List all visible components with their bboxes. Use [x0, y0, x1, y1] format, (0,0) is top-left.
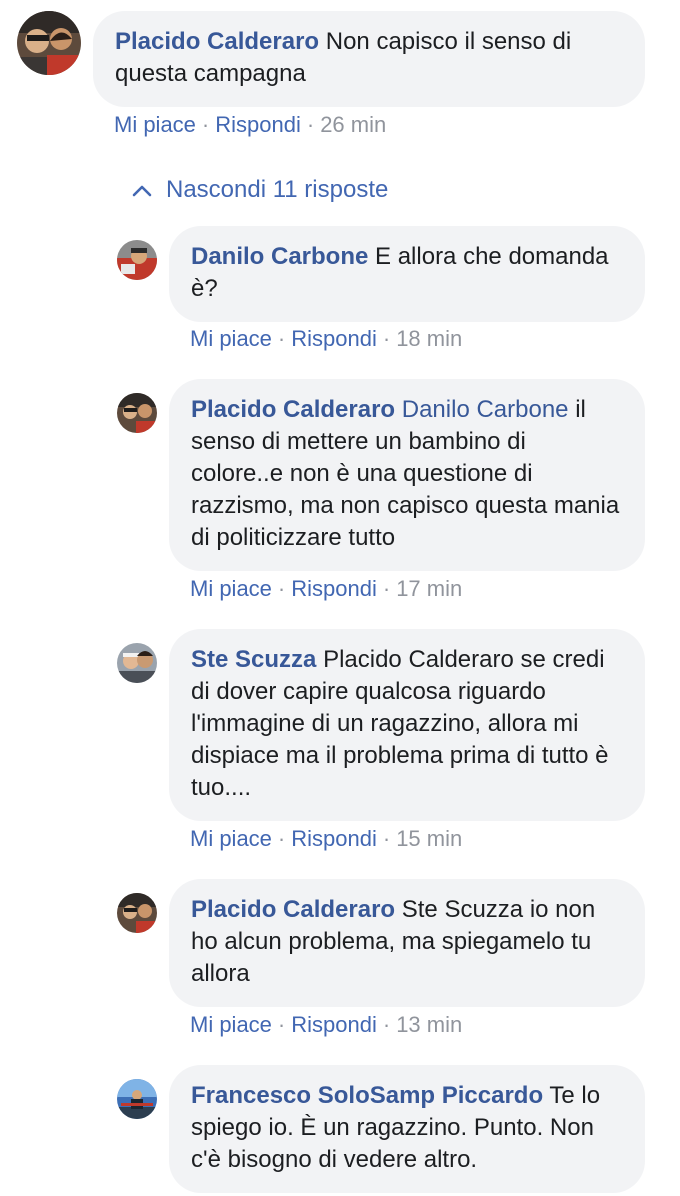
- avatar-photo-danilo: [117, 240, 157, 280]
- comment-author[interactable]: Danilo Carbone: [191, 243, 368, 270]
- avatar-photo-placido: [117, 393, 157, 433]
- avatar-photo-francesco: [117, 1079, 157, 1119]
- comment-actions: Mi piace · Rispondi · 15 min: [190, 826, 463, 851]
- like-button[interactable]: Mi piace: [190, 576, 272, 601]
- comment-timestamp[interactable]: 26 min: [320, 112, 386, 137]
- comment-bubble: Placido Calderaro Danilo Carbone il sens…: [169, 379, 645, 571]
- reply-button[interactable]: Rispondi: [291, 326, 377, 351]
- avatar-photo-placido: [117, 893, 157, 933]
- comment-actions: Mi piace · Rispondi · 26 min: [114, 112, 387, 137]
- avatar[interactable]: [117, 643, 157, 683]
- comment-author[interactable]: Placido Calderaro: [115, 28, 319, 55]
- comment-bubble: Danilo Carbone E allora che domanda è?: [169, 226, 645, 322]
- comment-actions: Mi piace · Rispondi · 18 min: [190, 326, 463, 351]
- like-button[interactable]: Mi piace: [190, 826, 272, 851]
- comment-bubble: Ste Scuzza Placido Calderaro se credi di…: [169, 629, 645, 821]
- avatar-photo-ste: [117, 643, 157, 683]
- comment-bubble: Placido Calderaro Ste Scuzza io non ho a…: [169, 879, 645, 1007]
- avatar[interactable]: [117, 1079, 157, 1119]
- comment-bubble: Francesco SoloSamp Piccardo Te lo spiego…: [169, 1065, 645, 1193]
- like-button[interactable]: Mi piace: [114, 112, 196, 137]
- comment-author[interactable]: Placido Calderaro: [191, 896, 395, 923]
- comment-timestamp[interactable]: 17 min: [396, 576, 462, 601]
- like-button[interactable]: Mi piace: [190, 326, 272, 351]
- comment-actions: Mi piace · Rispondi · 13 min: [190, 1012, 463, 1037]
- comment-author[interactable]: Francesco SoloSamp Piccardo: [191, 1082, 543, 1109]
- like-button[interactable]: Mi piace: [190, 1012, 272, 1037]
- hide-replies-toggle[interactable]: Nascondi 11 risposte: [132, 174, 388, 206]
- reply-button[interactable]: Rispondi: [215, 112, 301, 137]
- comment-timestamp[interactable]: 15 min: [396, 826, 462, 851]
- avatar[interactable]: [117, 393, 157, 433]
- comment-author[interactable]: Placido Calderaro: [191, 396, 395, 423]
- avatar-photo-placido: [17, 11, 81, 75]
- comment-timestamp[interactable]: 18 min: [396, 326, 462, 351]
- reply-button[interactable]: Rispondi: [291, 1012, 377, 1037]
- mention-link[interactable]: Danilo Carbone: [402, 396, 569, 423]
- comment-timestamp[interactable]: 13 min: [396, 1012, 462, 1037]
- avatar[interactable]: [17, 11, 81, 75]
- comment-actions: Mi piace · Rispondi · 17 min: [190, 576, 463, 601]
- comment-author[interactable]: Ste Scuzza: [191, 646, 316, 673]
- reply-button[interactable]: Rispondi: [291, 826, 377, 851]
- avatar[interactable]: [117, 240, 157, 280]
- comment-bubble: Placido Calderaro Non capisco il senso d…: [93, 11, 645, 107]
- hide-replies-label: Nascondi 11 risposte: [166, 176, 389, 203]
- chevron-up-icon: [132, 185, 152, 197]
- avatar[interactable]: [117, 893, 157, 933]
- reply-button[interactable]: Rispondi: [291, 576, 377, 601]
